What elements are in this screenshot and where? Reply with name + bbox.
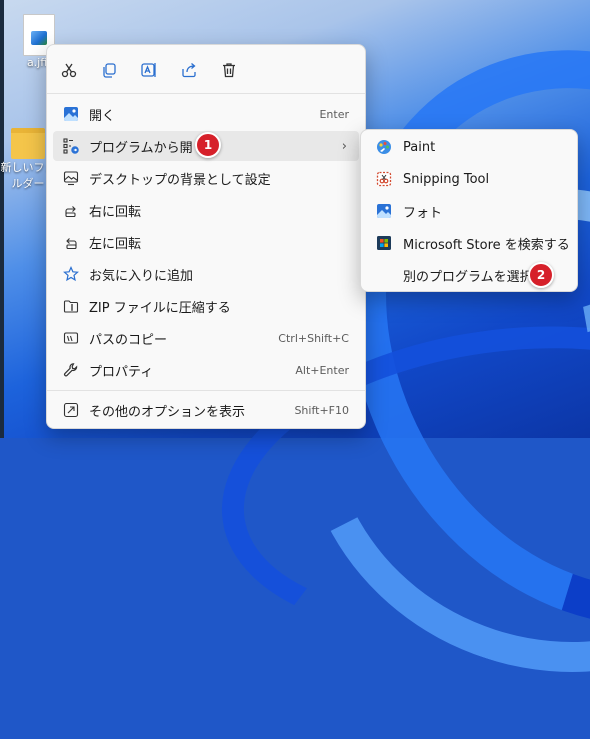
menu-item-shortcut: Alt+Enter <box>295 363 349 377</box>
menu-item-add-favorite[interactable]: お気に入りに追加 <box>53 259 359 289</box>
menu-item-open[interactable]: 開く Enter <box>53 99 359 129</box>
store-icon <box>375 234 393 252</box>
chevron-right-icon: › <box>341 138 347 154</box>
menu-item-label: その他のオプションを表示 <box>89 404 246 420</box>
rotate-left-icon <box>61 232 81 252</box>
menu-item-label: パスのコピー <box>89 332 168 348</box>
submenu-item-search-store[interactable]: Microsoft Store を検索する <box>367 228 571 258</box>
menu-item-label: 開く <box>89 108 116 124</box>
cut-button[interactable] <box>55 57 83 83</box>
menu-item-compress-zip[interactable]: ZIP ファイルに圧縮する <box>53 291 359 321</box>
paint-icon <box>375 138 393 156</box>
folder-icon <box>11 128 45 159</box>
cut-icon <box>61 63 77 78</box>
menu-item-properties[interactable]: プロパティ Alt+Enter <box>53 355 359 385</box>
menu-item-shortcut: Ctrl+Shift+C <box>278 331 349 345</box>
menu-item-label: 左に回転 <box>89 236 142 252</box>
context-menu-toolbar <box>47 55 365 85</box>
menu-item-shortcut: Enter <box>319 107 349 121</box>
wrench-icon <box>61 360 81 380</box>
separator <box>47 390 365 391</box>
wallpaper-icon <box>61 168 81 188</box>
menu-item-more-options[interactable]: その他のオプションを表示 Shift+F10 <box>53 395 359 425</box>
context-menu: 開く Enter プログラムから開く › デスクトップの背景として設定 右に回転… <box>46 44 366 429</box>
submenu-item-label: Microsoft Store を検索する <box>403 237 570 253</box>
menu-item-label: ZIP ファイルに圧縮する <box>89 300 231 316</box>
copy-button[interactable] <box>95 57 123 83</box>
delete-button[interactable] <box>215 57 243 83</box>
delete-icon <box>223 63 235 78</box>
rename-button[interactable] <box>135 57 163 83</box>
submenu-item-label: Paint <box>403 139 436 155</box>
menu-item-shortcut: Shift+F10 <box>294 403 349 417</box>
share-button[interactable] <box>175 57 203 83</box>
desktop-edge <box>0 0 4 438</box>
rotate-right-icon <box>61 200 81 220</box>
menu-item-set-wallpaper[interactable]: デスクトップの背景として設定 <box>53 163 359 193</box>
step-badge-1: 1 <box>195 132 221 158</box>
snipping-tool-icon <box>375 170 393 188</box>
menu-item-rotate-right[interactable]: 右に回転 <box>53 195 359 225</box>
copy-path-icon <box>61 328 81 348</box>
zip-icon <box>61 296 81 316</box>
menu-item-label: デスクトップの背景として設定 <box>89 172 271 188</box>
menu-item-label: お気に入りに追加 <box>89 268 194 284</box>
submenu-item-photos[interactable]: フォト <box>367 196 571 226</box>
menu-item-label: プロパティ <box>89 364 154 380</box>
menu-item-copy-path[interactable]: パスのコピー Ctrl+Shift+C <box>53 323 359 353</box>
submenu-item-icon-placeholder <box>375 266 393 284</box>
share-icon <box>182 63 196 78</box>
photos-icon <box>375 202 393 220</box>
submenu-item-paint[interactable]: Paint <box>367 132 571 162</box>
submenu-item-snipping-tool[interactable]: Snipping Tool <box>367 164 571 194</box>
submenu-item-label: Snipping Tool <box>403 171 490 187</box>
step-badge-2: 2 <box>528 262 554 288</box>
rename-icon <box>141 63 156 77</box>
separator <box>47 93 365 94</box>
copy-icon <box>103 63 116 78</box>
submenu-item-label: フォト <box>403 205 443 221</box>
more-options-icon <box>61 400 81 420</box>
submenu-item-label: 別のプログラムを選択 <box>403 269 533 285</box>
photos-icon <box>61 104 81 124</box>
menu-item-label: 右に回転 <box>89 204 142 220</box>
menu-item-rotate-left[interactable]: 左に回転 <box>53 227 359 257</box>
open-with-icon <box>61 136 81 156</box>
star-icon <box>61 264 81 284</box>
